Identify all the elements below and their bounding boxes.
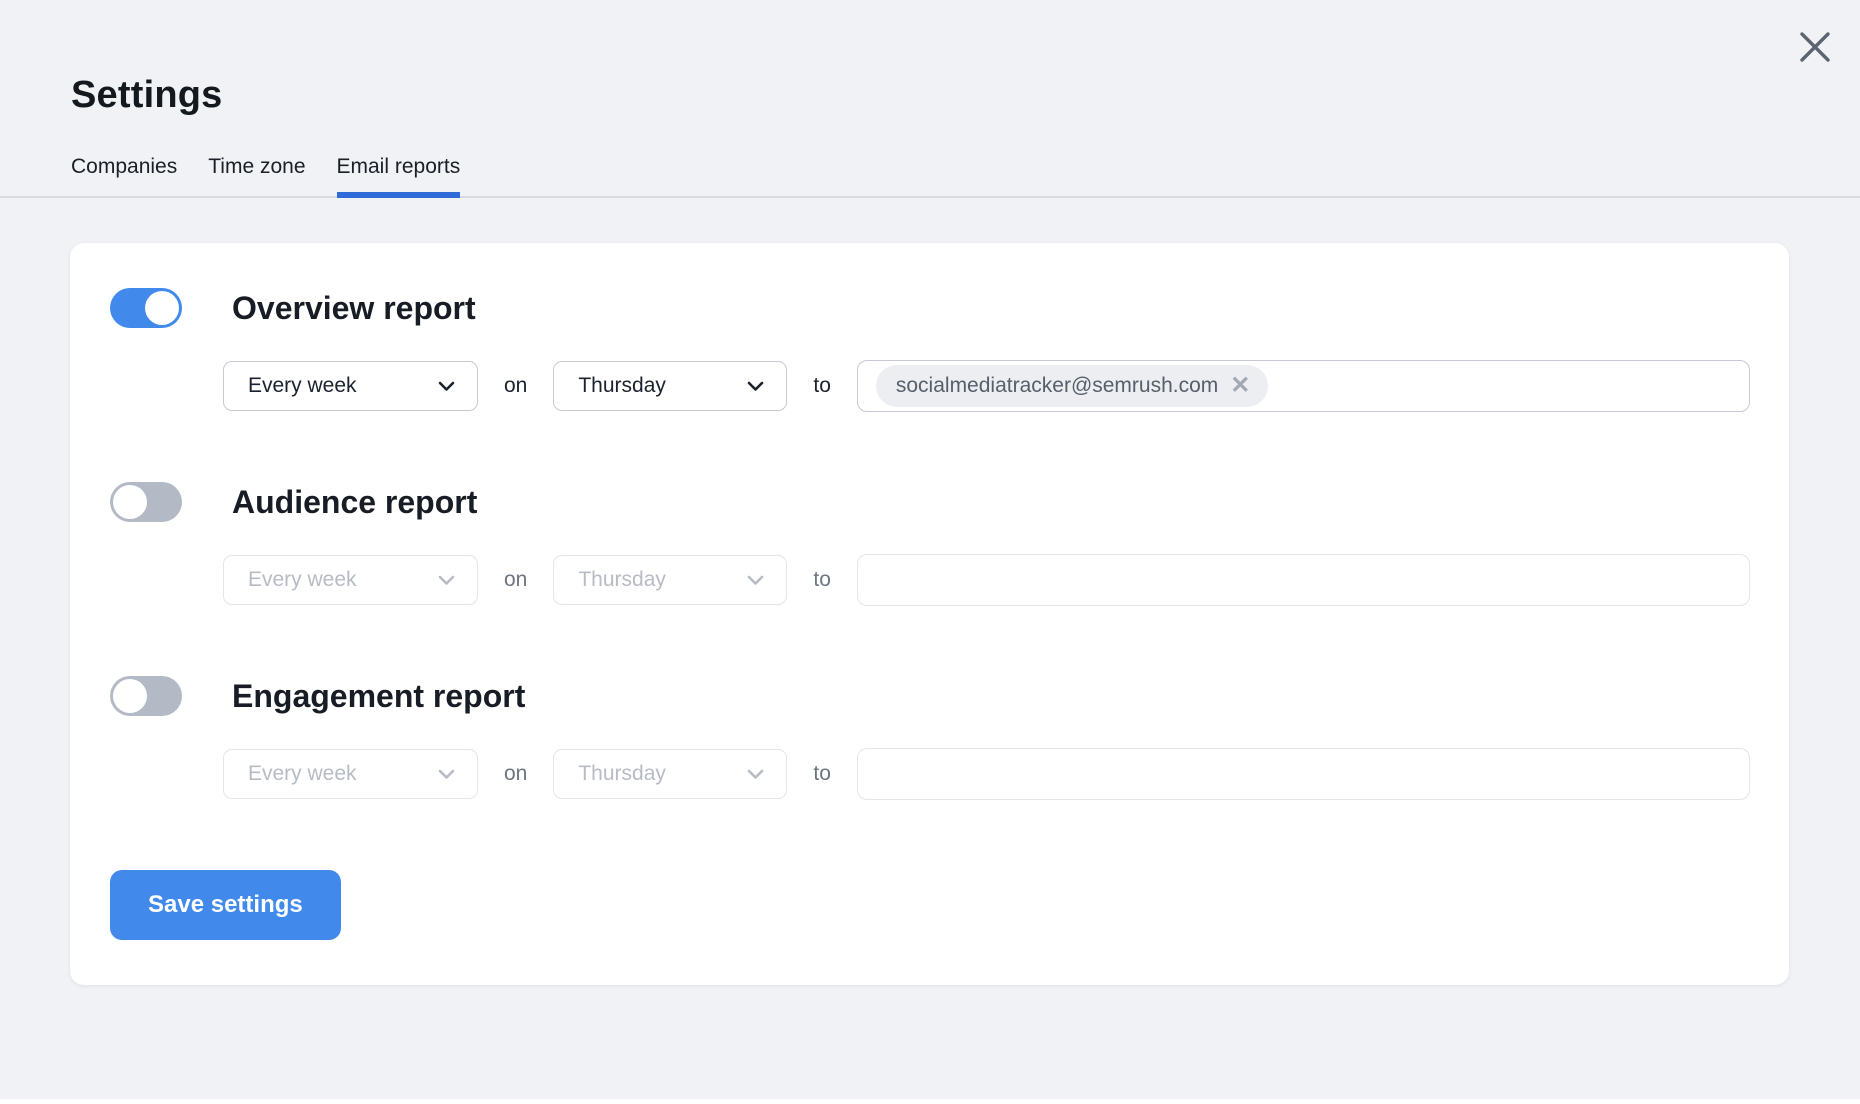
day-value: Thursday [578, 762, 666, 786]
engagement-report-header: Engagement report [110, 676, 1750, 716]
overview-report-header: Overview report [110, 288, 1750, 328]
frequency-value: Every week [248, 374, 357, 398]
close-icon [1797, 29, 1833, 65]
engagement-report-section: Engagement report Every week on Thursday… [110, 676, 1750, 800]
to-label: to [813, 568, 831, 592]
overview-report-controls: Every week on Thursday to socialmediatra… [223, 360, 1750, 412]
recipients-input-disabled [857, 554, 1750, 606]
audience-report-header: Audience report [110, 482, 1750, 522]
day-select[interactable]: Thursday [553, 361, 787, 411]
to-label: to [813, 762, 831, 786]
audience-report-toggle[interactable] [110, 482, 182, 522]
engagement-report-title: Engagement report [232, 676, 525, 716]
engagement-report-toggle[interactable] [110, 676, 182, 716]
close-button[interactable] [1796, 28, 1834, 66]
frequency-select[interactable]: Every week [223, 361, 478, 411]
tab-companies[interactable]: Companies [71, 155, 177, 196]
frequency-value: Every week [248, 762, 357, 786]
page-title: Settings [0, 0, 1860, 117]
day-select-disabled: Thursday [553, 749, 787, 799]
audience-report-section: Audience report Every week on Thursday t… [110, 482, 1750, 606]
day-value: Thursday [578, 374, 666, 398]
audience-report-controls: Every week on Thursday to [223, 554, 1750, 606]
recipients-input[interactable]: socialmediatracker@semrush.com ✕ [857, 360, 1750, 412]
chevron-down-icon [438, 769, 455, 780]
day-select-disabled: Thursday [553, 555, 787, 605]
recipient-email: socialmediatracker@semrush.com [896, 374, 1218, 398]
recipient-chip: socialmediatracker@semrush.com ✕ [876, 365, 1269, 407]
chevron-down-icon [438, 575, 455, 586]
tab-time-zone[interactable]: Time zone [208, 155, 305, 196]
chevron-down-icon [438, 381, 455, 392]
chevron-down-icon [747, 769, 764, 780]
to-label: to [813, 374, 831, 398]
audience-report-title: Audience report [232, 482, 477, 522]
on-label: on [504, 568, 527, 592]
window-bottom-edge [0, 1099, 1860, 1104]
toggle-knob [145, 291, 179, 325]
tab-email-reports[interactable]: Email reports [337, 155, 461, 196]
toggle-knob [113, 679, 147, 713]
tabs-bar: Companies Time zone Email reports [0, 155, 1860, 198]
on-label: on [504, 374, 527, 398]
overview-report-title: Overview report [232, 288, 476, 328]
overview-report-section: Overview report Every week on Thursday t… [110, 288, 1750, 412]
frequency-select-disabled: Every week [223, 749, 478, 799]
chevron-down-icon [747, 575, 764, 586]
chevron-down-icon [747, 381, 764, 392]
recipients-input-disabled [857, 748, 1750, 800]
save-settings-button[interactable]: Save settings [110, 870, 341, 940]
day-value: Thursday [578, 568, 666, 592]
email-reports-panel: Overview report Every week on Thursday t… [70, 243, 1789, 985]
engagement-report-controls: Every week on Thursday to [223, 748, 1750, 800]
on-label: on [504, 762, 527, 786]
remove-recipient-icon[interactable]: ✕ [1230, 374, 1250, 398]
frequency-value: Every week [248, 568, 357, 592]
frequency-select-disabled: Every week [223, 555, 478, 605]
toggle-knob [113, 485, 147, 519]
overview-report-toggle[interactable] [110, 288, 182, 328]
